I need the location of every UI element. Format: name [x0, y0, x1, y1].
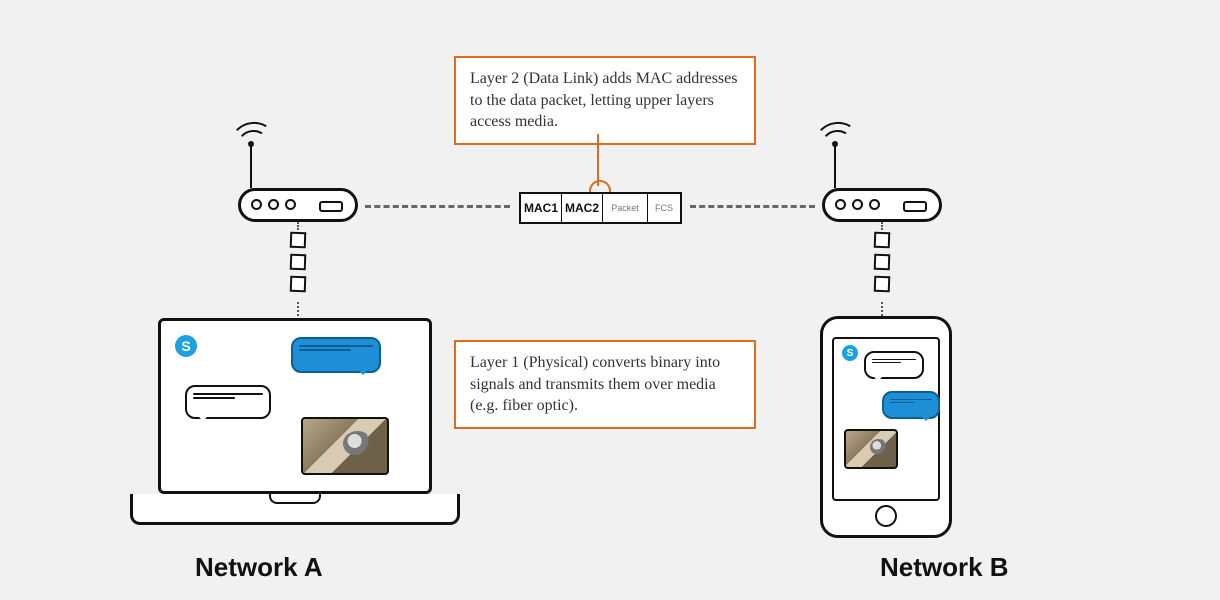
chat-bubble-outgoing: [864, 351, 924, 379]
cat-image: [844, 429, 898, 469]
callout-layer2-text: Layer 2 (Data Link) adds MAC addresses t…: [470, 70, 737, 130]
chat-bubble-outgoing: [185, 385, 271, 419]
phone-device: S: [820, 316, 952, 538]
network-a-label: Network A: [195, 552, 323, 583]
skype-glyph: S: [847, 348, 854, 359]
chat-bubble-incoming: [882, 391, 940, 419]
link-square-icon: [874, 276, 891, 293]
wifi-wave-icon: [230, 119, 276, 159]
wifi-wave-icon: [814, 119, 860, 159]
router-leds-icon: [835, 199, 880, 210]
chat-bubble-incoming: [291, 337, 381, 373]
link-dots: [297, 222, 301, 230]
phone-screen: S: [832, 337, 940, 501]
skype-icon: S: [842, 345, 858, 361]
link-square-icon: [290, 232, 307, 249]
frame-seg-fcs: FCS: [648, 194, 680, 222]
laptop-screen: S: [158, 318, 432, 494]
link-dots: [881, 222, 885, 230]
link-square-icon: [290, 276, 307, 293]
router-b: [822, 188, 942, 222]
frame-seg-packet: Packet: [603, 194, 648, 222]
callout-layer1: Layer 1 (Physical) converts binary into …: [454, 340, 756, 429]
link-square-icon: [290, 254, 307, 271]
skype-glyph: S: [181, 338, 190, 354]
network-b-label: Network B: [880, 552, 1009, 583]
link-square-icon: [874, 232, 891, 249]
cat-image: [301, 417, 389, 475]
home-button-icon: [875, 505, 897, 527]
laptop-notch: [269, 494, 321, 504]
router-body: [238, 188, 358, 222]
frame-seg-mac2: MAC2: [562, 194, 603, 222]
skype-icon: S: [175, 335, 197, 357]
link-dots: [297, 302, 301, 316]
link-square-icon: [874, 254, 891, 271]
data-frame: MAC1 MAC2 Packet FCS: [519, 192, 682, 224]
diagram-canvas: Layer 2 (Data Link) adds MAC addresses t…: [0, 0, 1220, 600]
laptop-base: [130, 494, 460, 525]
laptop-device: S: [130, 318, 460, 525]
link-right: [690, 205, 815, 208]
link-squares-b: [874, 232, 890, 292]
router-body: [822, 188, 942, 222]
link-dots: [881, 302, 885, 316]
callout-layer2: Layer 2 (Data Link) adds MAC addresses t…: [454, 56, 756, 145]
callout-pointer-line: [597, 134, 599, 186]
router-a: [238, 188, 358, 222]
router-port-icon: [319, 201, 343, 212]
router-leds-icon: [251, 199, 296, 210]
callout-layer1-text: Layer 1 (Physical) converts binary into …: [470, 354, 720, 414]
frame-seg-mac1: MAC1: [521, 194, 562, 222]
router-port-icon: [903, 201, 927, 212]
link-left: [365, 205, 510, 208]
link-squares-a: [290, 232, 306, 292]
